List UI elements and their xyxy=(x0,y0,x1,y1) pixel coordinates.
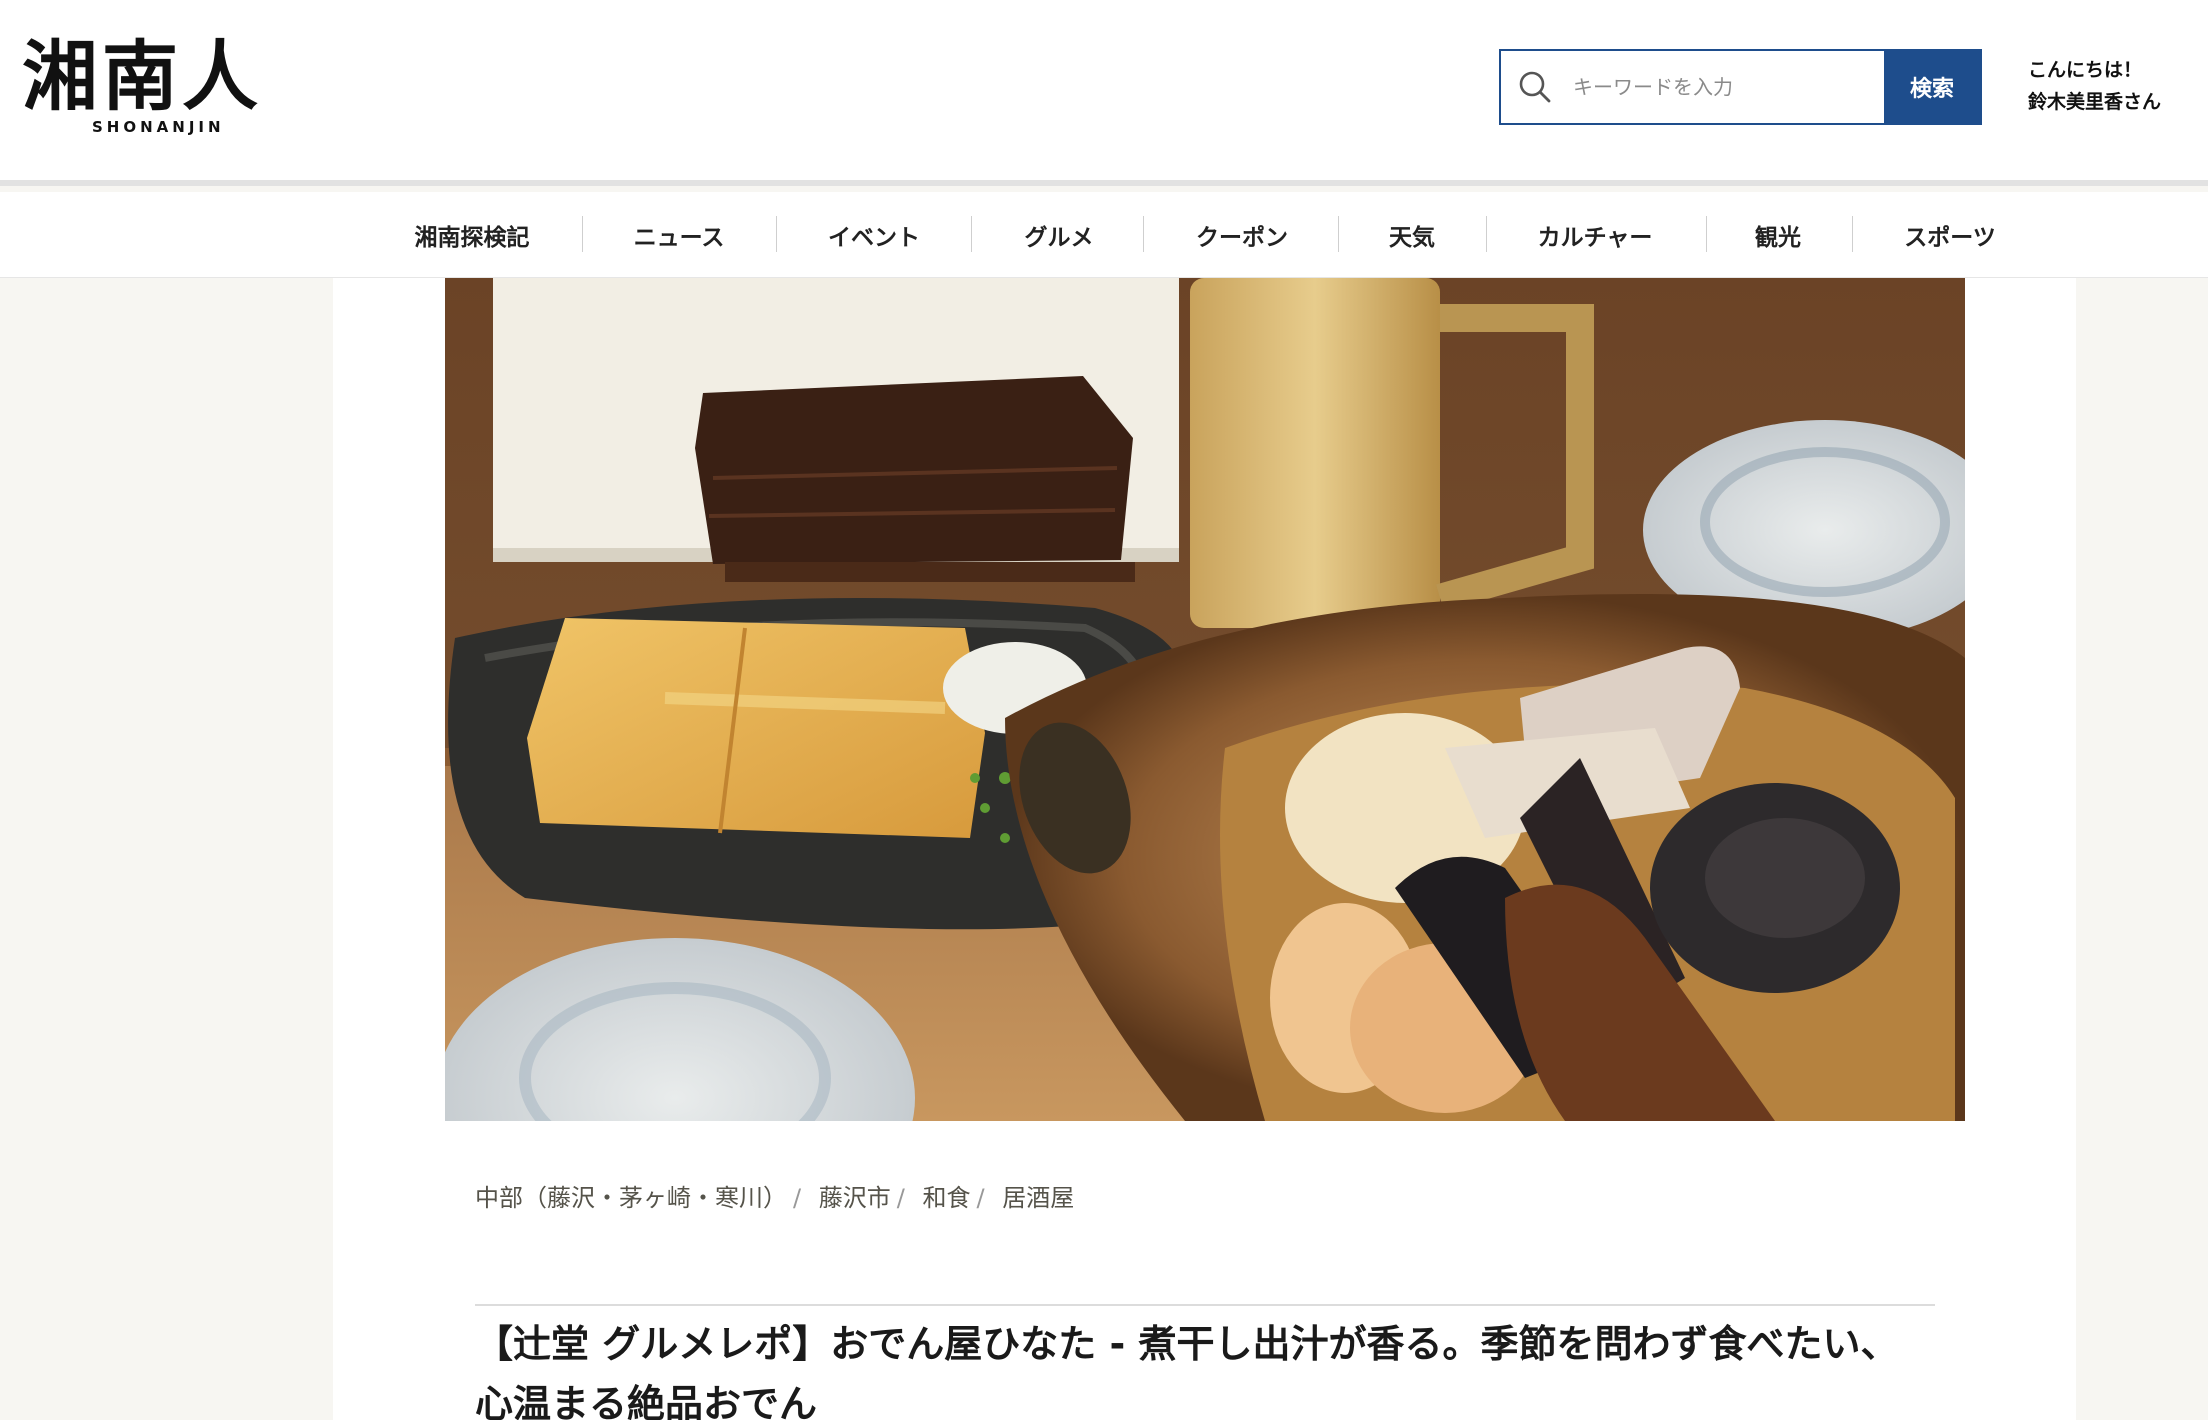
site-logo[interactable]: 湘南人 SHONANJIN xyxy=(22,34,284,138)
search-input[interactable] xyxy=(1569,51,1884,123)
search-form: 検索 xyxy=(1499,49,1982,125)
breadcrumb-separator: / xyxy=(896,1184,905,1212)
greeting-hello: こんにちは！ xyxy=(2028,59,2143,81)
title-divider xyxy=(475,1304,1935,1306)
nav-divider xyxy=(1486,216,1487,252)
nav-item-events[interactable]: イベント xyxy=(812,192,936,278)
nav-divider xyxy=(1338,216,1339,252)
main-nav: 湘南探検記 ニュース イベント グルメ クーポン 天気 カルチャー 観光 スポー… xyxy=(0,192,2208,278)
breadcrumb: 中部（藤沢・茅ヶ崎・寒川） / 藤沢市 / 和食 / 居酒屋 xyxy=(475,1178,1074,1213)
breadcrumb-item-category[interactable]: 居酒屋 xyxy=(1002,1184,1074,1212)
nav-divider xyxy=(971,216,972,252)
nav-item-coupon[interactable]: クーポン xyxy=(1178,192,1306,278)
breadcrumb-item-region[interactable]: 中部（藤沢・茅ヶ崎・寒川） xyxy=(475,1184,787,1212)
nav-item-news[interactable]: ニュース xyxy=(619,192,739,278)
nav-divider xyxy=(582,216,583,252)
nav-item-gourmet[interactable]: グルメ xyxy=(1007,192,1111,278)
nav-item-sports[interactable]: スポーツ xyxy=(1888,192,2012,278)
user-greeting: こんにちは！ 鈴木美里香さん xyxy=(2028,54,2161,118)
search-icon xyxy=(1501,51,1569,123)
greeting-username: 鈴木美里香さん xyxy=(2028,91,2162,113)
nav-divider xyxy=(776,216,777,252)
nav-item-weather[interactable]: 天気 xyxy=(1375,192,1449,278)
breadcrumb-separator: / xyxy=(976,1184,985,1212)
nav-divider xyxy=(1143,216,1144,252)
nav-divider xyxy=(1852,216,1853,252)
breadcrumb-item-cuisine[interactable]: 和食 xyxy=(922,1184,970,1212)
article-hero-image xyxy=(445,278,1965,1121)
nav-item-culture[interactable]: カルチャー xyxy=(1522,192,1668,278)
nav-item-tourism[interactable]: 観光 xyxy=(1741,192,1815,278)
article-title: 【辻堂 グルメレポ】おでん屋ひなた - 煮干し出汁が香る。季節を問わず食べたい、… xyxy=(475,1322,1899,1420)
article-content: 中部（藤沢・茅ヶ崎・寒川） / 藤沢市 / 和食 / 居酒屋 【辻堂 グルメレポ】おで… xyxy=(333,278,2076,1420)
nav-divider xyxy=(1706,216,1707,252)
nav-item-shonan-tankenki[interactable]: 湘南探検記 xyxy=(395,192,549,278)
breadcrumb-separator: / xyxy=(793,1184,802,1212)
breadcrumb-item-city[interactable]: 藤沢市 xyxy=(819,1184,891,1212)
logo-subtext: SHONANJIN xyxy=(92,118,225,136)
logo-text: 湘南人 xyxy=(22,32,262,121)
search-button[interactable]: 検索 xyxy=(1884,51,1980,123)
site-header: 湘南人 SHONANJIN 検索 こんにちは！ 鈴木美里香さん xyxy=(0,0,2208,186)
